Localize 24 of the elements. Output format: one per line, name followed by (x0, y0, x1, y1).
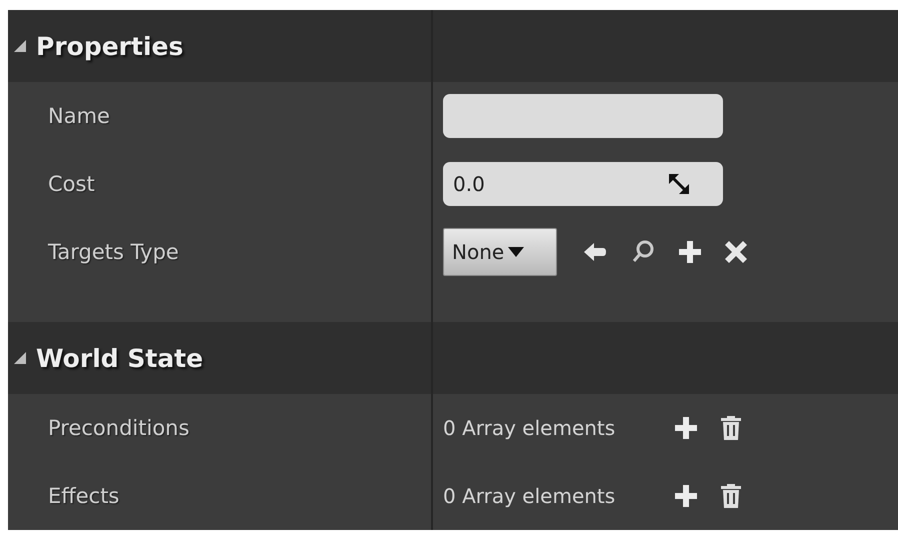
section-title: World State (36, 344, 204, 372)
property-label: Name (48, 104, 110, 128)
array-count: 0 Array elements (443, 484, 616, 508)
type-dropdown[interactable]: None (443, 228, 558, 276)
section-title: Properties (36, 32, 184, 60)
property-label: Targets Type (48, 240, 179, 264)
plus-icon[interactable] (679, 241, 702, 263)
name-field[interactable] (443, 94, 723, 138)
arrow-left-icon[interactable] (583, 241, 608, 263)
close-icon[interactable] (725, 241, 748, 263)
property-label: Preconditions (48, 416, 190, 440)
plus-icon[interactable] (675, 485, 698, 507)
expand-triangle-icon[interactable] (14, 38, 28, 54)
search-icon[interactable] (631, 239, 656, 265)
expand-triangle-icon[interactable] (14, 350, 28, 366)
resize-icon[interactable] (669, 174, 689, 194)
array-count: 0 Array elements (443, 416, 616, 440)
property-label: Effects (48, 484, 120, 508)
number-field[interactable]: 0.0 (443, 162, 723, 206)
plus-icon[interactable] (675, 417, 698, 439)
property-label: Cost (48, 172, 95, 196)
dropdown-caret-icon (508, 247, 524, 257)
trash-icon[interactable] (721, 416, 742, 440)
trash-icon[interactable] (721, 484, 742, 508)
